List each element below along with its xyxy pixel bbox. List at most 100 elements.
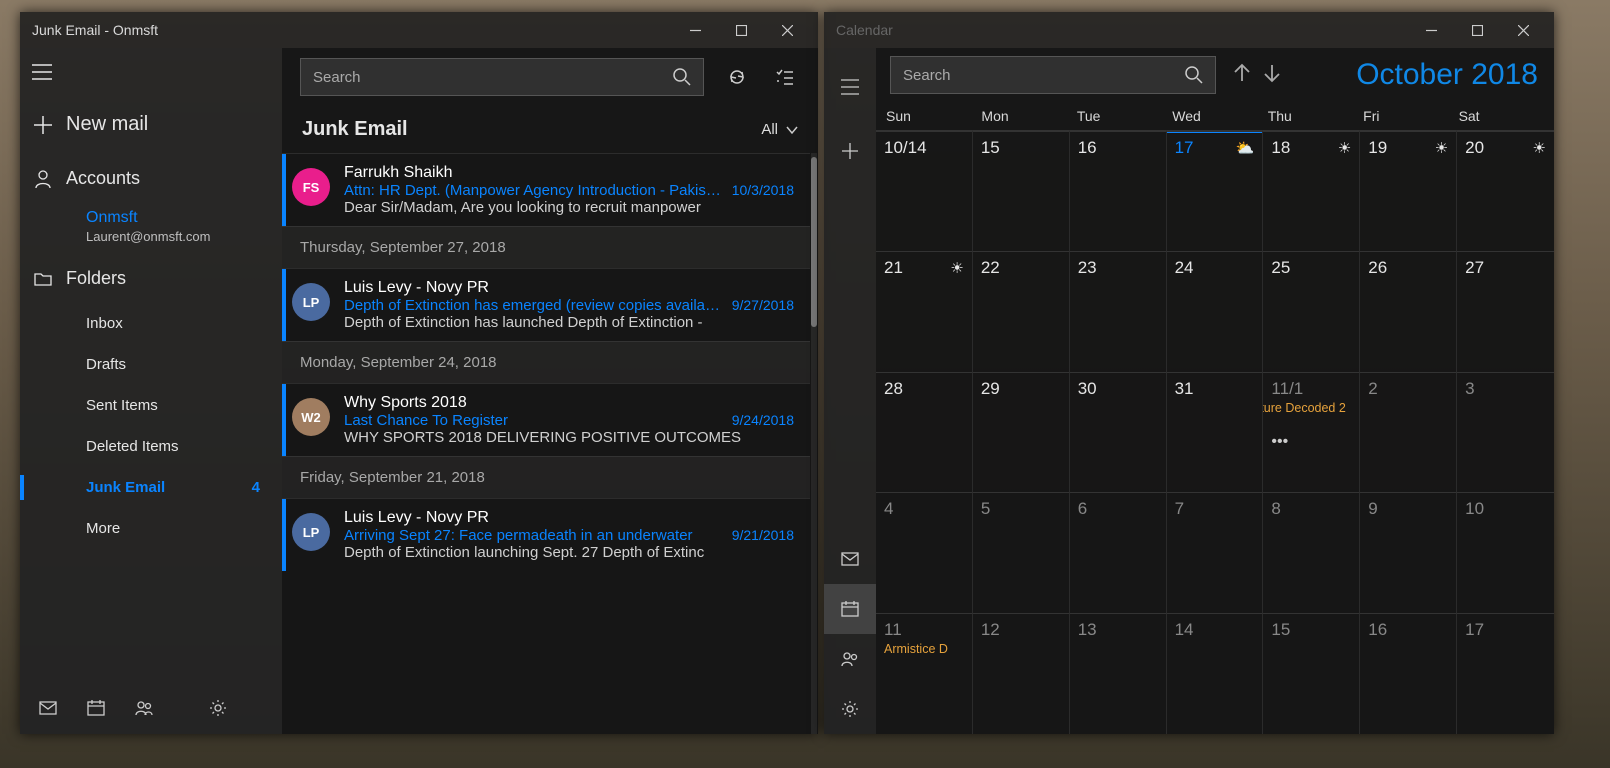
rail-new-event[interactable] [824, 126, 876, 176]
rail-people[interactable] [824, 634, 876, 684]
calendar-cell[interactable]: 15 [1263, 613, 1360, 734]
calendar-cell[interactable]: 7 [1167, 492, 1264, 613]
calendar-search-input[interactable] [903, 67, 1185, 84]
day-header-row: SunMonTueWedThuFriSat [876, 100, 1554, 130]
new-mail-label: New mail [66, 113, 148, 136]
calendar-event[interactable]: Microsoft Future Decoded 2 [1263, 401, 1351, 415]
folder-item[interactable]: Sent Items [20, 385, 282, 426]
mail-sidebar: New mail Accounts Onmsft Laurent@onmsft.… [20, 48, 282, 734]
filter-dropdown[interactable]: All [761, 121, 798, 138]
day-header: Wed [1172, 108, 1267, 124]
calendar-cell[interactable]: 28 [876, 372, 973, 493]
next-button[interactable] [1262, 63, 1282, 88]
calendar-cell[interactable]: 20☀ [1457, 130, 1554, 251]
folders-heading[interactable]: Folders [20, 254, 282, 303]
calendar-cell[interactable]: 2 [1360, 372, 1457, 493]
minimize-button[interactable] [672, 14, 718, 46]
close-button[interactable] [764, 14, 810, 46]
message-item[interactable]: LPLuis Levy - Novy PRDepth of Extinction… [282, 268, 810, 341]
calendar-toolbar: October 2018 [876, 48, 1554, 100]
calendar-cell[interactable]: 22 [973, 251, 1070, 372]
calendar-cell[interactable]: 26 [1360, 251, 1457, 372]
minimize-button[interactable] [1408, 14, 1454, 46]
mail-search-input[interactable] [313, 69, 673, 86]
prev-button[interactable] [1232, 63, 1252, 88]
maximize-button[interactable] [718, 14, 764, 46]
gear-icon [841, 700, 859, 718]
mail-icon-button[interactable] [24, 688, 72, 728]
folder-item[interactable]: Drafts [20, 344, 282, 385]
message-item[interactable]: W2Why Sports 2018Last Chance To Register… [282, 383, 810, 456]
new-mail-button[interactable]: New mail [20, 101, 282, 154]
calendar-cell[interactable]: 27 [1457, 251, 1554, 372]
cell-date: 11/1 [1271, 379, 1303, 399]
calendar-cell[interactable]: 16 [1360, 613, 1457, 734]
maximize-button[interactable] [1454, 14, 1500, 46]
calendar-cell[interactable]: 8 [1263, 492, 1360, 613]
calendar-cell[interactable]: 5 [973, 492, 1070, 613]
cell-date: 16 [1078, 138, 1097, 158]
calendar-cell[interactable]: 19☀ [1360, 130, 1457, 251]
calendar-titlebar: Calendar [824, 12, 1554, 48]
message-item[interactable]: FSFarrukh ShaikhAttn: HR Dept. (Manpower… [282, 153, 810, 226]
cell-date: 15 [1271, 620, 1290, 640]
calendar-cell[interactable]: 3 [1457, 372, 1554, 493]
people-icon-button[interactable] [120, 688, 168, 728]
close-button[interactable] [1500, 14, 1546, 46]
calendar-cell[interactable]: 16 [1070, 130, 1167, 251]
calendar-cell[interactable]: 10/14 [876, 130, 973, 251]
calendar-event[interactable]: Armistice D [884, 642, 964, 656]
calendar-cell[interactable]: 29 [973, 372, 1070, 493]
cell-date: 4 [884, 499, 893, 519]
rail-settings[interactable] [824, 684, 876, 734]
mail-icon [39, 699, 57, 717]
accounts-heading[interactable]: Accounts [20, 154, 282, 203]
calendar-cell[interactable]: 17 [1457, 613, 1554, 734]
message-subject: Arriving Sept 27: Face permadeath in an … [344, 527, 724, 544]
folder-item[interactable]: Junk Email4 [20, 467, 282, 508]
calendar-cell[interactable]: 31 [1167, 372, 1264, 493]
calendar-cell[interactable]: 14 [1167, 613, 1264, 734]
calendar-cell[interactable]: 11Armistice D [876, 613, 973, 734]
calendar-search-box[interactable] [890, 56, 1216, 94]
mail-search-box[interactable] [300, 58, 704, 96]
folder-item[interactable]: Inbox [20, 303, 282, 344]
calendar-cell[interactable]: 17⛅ [1167, 130, 1264, 251]
calendar-cell[interactable]: 18☀ [1263, 130, 1360, 251]
calendar-cell[interactable]: 11/1 Microsoft Future Decoded 2 All Saints… [1263, 372, 1360, 493]
calendar-cell[interactable]: 24 [1167, 251, 1264, 372]
calendar-cell[interactable]: 12 [973, 613, 1070, 734]
calendar-cell[interactable]: 21☀ [876, 251, 973, 372]
folder-icon [34, 270, 52, 288]
mail-bottom-bar [20, 682, 282, 734]
scrollbar-thumb[interactable] [811, 157, 817, 327]
message-item[interactable]: LPLuis Levy - Novy PRArriving Sept 27: F… [282, 498, 810, 571]
hamburger-button[interactable] [20, 50, 282, 101]
calendar-cell[interactable]: 25 [1263, 251, 1360, 372]
message-sender: Farrukh Shaikh [344, 164, 794, 182]
more-events[interactable]: ••• [1271, 433, 1351, 451]
calendar-cell[interactable]: 6 [1070, 492, 1167, 613]
calendar-cell[interactable]: 4 [876, 492, 973, 613]
folder-item[interactable]: Deleted Items [20, 426, 282, 467]
calendar-event[interactable]: All Saints' D [1263, 417, 1351, 431]
select-mode-button[interactable] [770, 62, 800, 92]
message-date: 9/21/2018 [732, 527, 794, 543]
calendar-cell[interactable]: 9 [1360, 492, 1457, 613]
weather-icon: ☀ [950, 259, 963, 277]
rail-calendar[interactable] [824, 584, 876, 634]
folder-item[interactable]: More [20, 508, 282, 549]
calendar-cell[interactable]: 13 [1070, 613, 1167, 734]
calendar-cell[interactable]: 23 [1070, 251, 1167, 372]
settings-icon-button[interactable] [194, 688, 242, 728]
month-title[interactable]: October 2018 [1356, 58, 1538, 92]
calendar-cell[interactable]: 30 [1070, 372, 1167, 493]
calendar-icon-button[interactable] [72, 688, 120, 728]
folder-label: Deleted Items [86, 438, 179, 455]
calendar-cell[interactable]: 15 [973, 130, 1070, 251]
sync-button[interactable] [722, 62, 752, 92]
rail-hamburger[interactable] [824, 62, 876, 112]
calendar-cell[interactable]: 10 [1457, 492, 1554, 613]
rail-mail[interactable] [824, 534, 876, 584]
account-entry[interactable]: Onmsft Laurent@onmsft.com [20, 203, 282, 254]
